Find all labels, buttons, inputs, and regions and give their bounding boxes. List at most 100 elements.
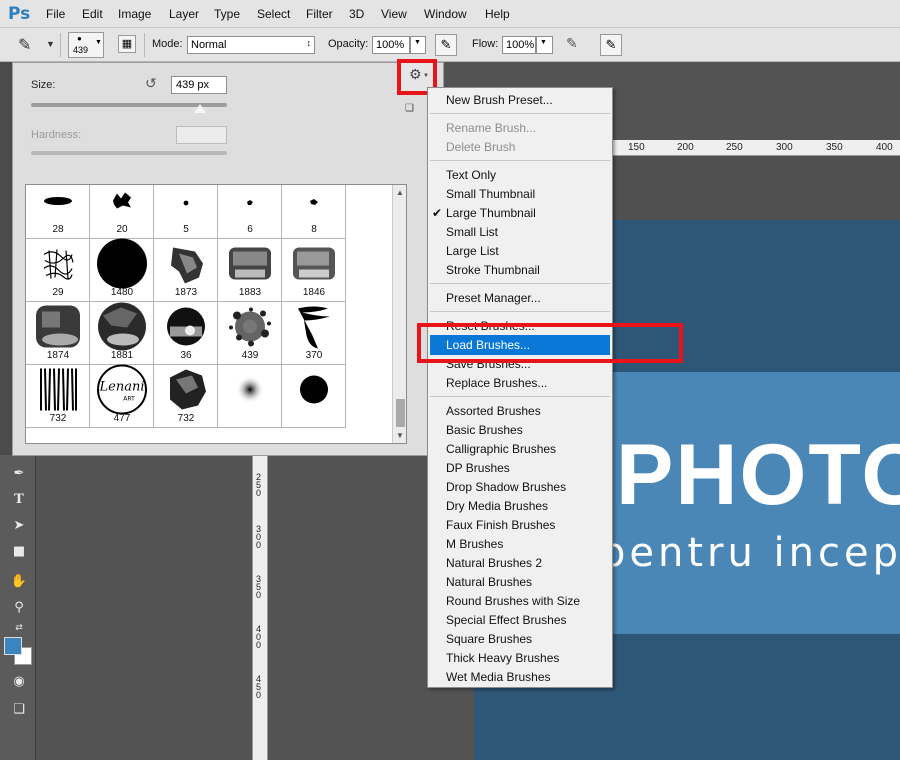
brush-thumbnail[interactable]: 1846: [282, 239, 346, 302]
menu-help[interactable]: Help: [485, 7, 510, 21]
menu-large-list[interactable]: Large List: [446, 244, 499, 258]
menu-library-item[interactable]: Square Brushes: [446, 632, 532, 646]
zoom-tool-icon[interactable]: ⚲: [10, 599, 28, 617]
airbrush-icon[interactable]: ✎: [566, 36, 578, 52]
brush-thumbnail[interactable]: [218, 365, 282, 428]
menu-library-item[interactable]: Special Effect Brushes: [446, 613, 567, 627]
brush-size-label: 1881: [110, 350, 134, 361]
menu-library-item[interactable]: Natural Brushes: [446, 575, 532, 589]
screen-mode-icon[interactable]: ❏: [10, 701, 28, 719]
brush-preset-picker[interactable]: ● 439 ▼: [68, 32, 104, 58]
brush-size-label: 36: [180, 350, 192, 361]
menu-filter[interactable]: Filter: [306, 7, 333, 21]
brush-thumbnail[interactable]: 20: [90, 185, 154, 239]
size-value: 439 px: [176, 79, 210, 91]
toggle-brush-panel-button[interactable]: ▦: [118, 35, 136, 53]
brush-thumbnail[interactable]: 8: [282, 185, 346, 239]
brush-size-label: 477: [113, 413, 131, 424]
brush-thumbnail[interactable]: 370: [282, 302, 346, 365]
opacity-dropdown[interactable]: ▼: [410, 36, 426, 54]
menu-library-item[interactable]: Basic Brushes: [446, 423, 523, 437]
tool-preset-arrow-icon[interactable]: ▼: [46, 39, 55, 49]
menu-library-item[interactable]: Assorted Brushes: [446, 404, 541, 418]
scrollbar-thumb[interactable]: [396, 399, 405, 427]
brush-size-label: 370: [305, 350, 323, 361]
menu-large-thumbnail[interactable]: Large Thumbnail: [446, 206, 536, 220]
type-tool-icon[interactable]: T: [10, 491, 28, 509]
swap-colors-icon[interactable]: ⇄: [10, 619, 28, 637]
brush-thumbnail[interactable]: 439: [218, 302, 282, 365]
menu-library-item[interactable]: Natural Brushes 2: [446, 556, 542, 570]
menu-3d[interactable]: 3D: [349, 7, 364, 21]
new-preset-icon[interactable]: ❏: [405, 103, 417, 115]
menu-file[interactable]: File: [46, 7, 65, 21]
brush-size-label: 5: [183, 224, 189, 235]
mode-select[interactable]: Normal ↕: [187, 36, 315, 54]
menu-edit[interactable]: Edit: [82, 7, 103, 21]
hardness-input: [176, 126, 227, 144]
menu-image[interactable]: Image: [118, 7, 151, 21]
menu-layer[interactable]: Layer: [169, 7, 199, 21]
brush-thumbnail[interactable]: 1883: [218, 239, 282, 302]
quick-mask-icon[interactable]: ◉: [10, 673, 28, 691]
size-input[interactable]: 439 px: [171, 76, 227, 94]
brush-thumbnail[interactable]: 1480: [90, 238, 154, 302]
menu-library-item[interactable]: Drop Shadow Brushes: [446, 480, 566, 494]
brush-tool-icon[interactable]: ✎: [18, 35, 31, 54]
brush-thumbnail[interactable]: 1881: [90, 302, 154, 365]
brush-thumbnail[interactable]: 29: [26, 239, 90, 302]
brush-thumbnail[interactable]: 36: [154, 302, 218, 365]
menu-preset-manager[interactable]: Preset Manager...: [446, 291, 541, 305]
brush-thumbnail[interactable]: 1873: [154, 239, 218, 302]
foreground-color-swatch[interactable]: [4, 637, 22, 655]
brush-grid-scrollbar[interactable]: ▲ ▼: [392, 185, 406, 443]
menu-select[interactable]: Select: [257, 7, 290, 21]
brush-tip-preview: [97, 302, 147, 355]
menu-text-only[interactable]: Text Only: [446, 168, 496, 182]
reset-size-icon[interactable]: ↺: [145, 76, 157, 92]
brush-thumbnail[interactable]: [282, 365, 346, 428]
size-slider-thumb[interactable]: [193, 104, 206, 113]
brush-thumbnail[interactable]: 28: [26, 185, 90, 239]
flow-dropdown[interactable]: ▼: [536, 36, 553, 54]
menu-library-item[interactable]: Faux Finish Brushes: [446, 518, 555, 532]
menu-type[interactable]: Type: [214, 7, 240, 21]
brush-tip-preview: [246, 195, 254, 209]
menu-library-item[interactable]: Round Brushes with Size: [446, 594, 580, 608]
brush-thumbnail[interactable]: 5: [154, 185, 218, 239]
brush-tip-preview: [96, 238, 148, 293]
brush-size-readout: 439: [73, 45, 89, 55]
pressure-opacity-button[interactable]: ✎: [435, 34, 457, 56]
menu-library-item[interactable]: Calligraphic Brushes: [446, 442, 556, 456]
tools-panel: ✒ T ➤ ■ ✋ ⚲ ⇄ ◉ ❏: [0, 455, 36, 760]
flow-input[interactable]: 100%: [502, 36, 536, 54]
menu-library-item[interactable]: M Brushes: [446, 537, 503, 551]
menu-small-thumbnail[interactable]: Small Thumbnail: [446, 187, 535, 201]
pressure-size-button[interactable]: ✎: [600, 34, 622, 56]
brush-thumbnail[interactable]: 732: [26, 365, 90, 428]
svg-text:ART: ART: [123, 396, 135, 403]
opacity-input[interactable]: 100%: [372, 36, 410, 54]
brush-thumbnail[interactable]: 732: [154, 365, 218, 428]
brush-tip-preview: [291, 244, 337, 287]
menu-view[interactable]: View: [381, 7, 407, 21]
brush-thumbnail[interactable]: 6: [218, 185, 282, 239]
gear-icon[interactable]: ⚙: [409, 67, 422, 83]
menu-stroke-thumbnail[interactable]: Stroke Thumbnail: [446, 263, 540, 277]
menu-library-item[interactable]: Thick Heavy Brushes: [446, 651, 559, 665]
brush-thumbnail[interactable]: Lenani ART 477: [90, 364, 154, 428]
path-selection-icon[interactable]: ➤: [10, 517, 28, 535]
hand-tool-icon[interactable]: ✋: [10, 573, 28, 591]
menu-replace-brushes[interactable]: Replace Brushes...: [446, 376, 547, 390]
menu-library-item[interactable]: DP Brushes: [446, 461, 510, 475]
brush-thumbnail[interactable]: 1874: [26, 302, 90, 365]
menu-library-item[interactable]: Dry Media Brushes: [446, 499, 548, 513]
menu-library-item[interactable]: Wet Media Brushes: [446, 670, 551, 684]
rectangle-tool-icon[interactable]: ■: [10, 543, 28, 561]
scroll-up-icon[interactable]: ▲: [396, 188, 404, 197]
menu-small-list[interactable]: Small List: [446, 225, 498, 239]
pen-tool-icon[interactable]: ✒: [10, 465, 28, 483]
menu-new-brush-preset[interactable]: New Brush Preset...: [446, 93, 553, 107]
scroll-down-icon[interactable]: ▼: [396, 431, 404, 440]
menu-window[interactable]: Window: [424, 7, 467, 21]
